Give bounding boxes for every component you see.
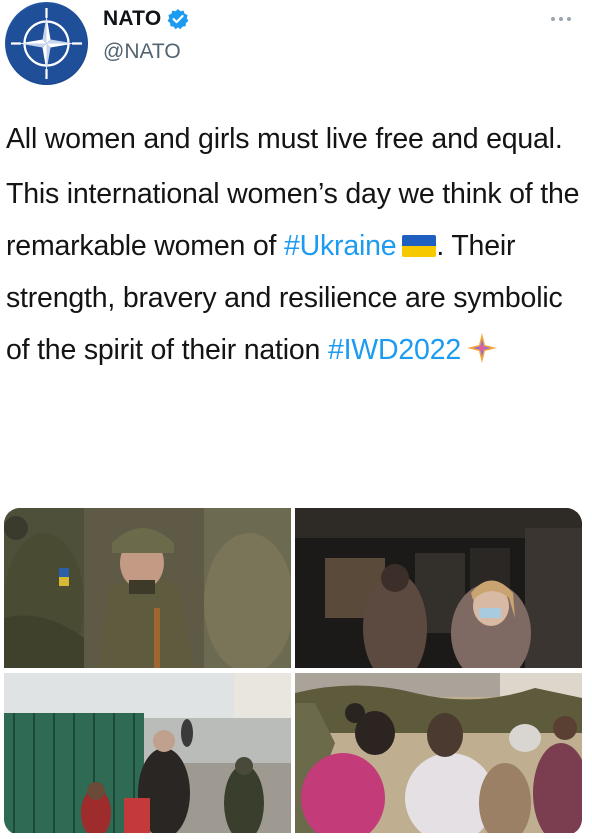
tweet-text: All women and girls must live free and e…: [6, 113, 581, 376]
display-name[interactable]: NATO: [103, 7, 161, 31]
nato-compass-star-icon: [6, 3, 87, 84]
tweet-paragraph-2: This international women’s day we think …: [6, 168, 581, 376]
verified-badge-icon: [167, 8, 189, 30]
photo-border-walk[interactable]: [4, 673, 291, 833]
more-dots-icon[interactable]: [548, 14, 574, 24]
iwd-sparkle-icon: [465, 330, 499, 364]
ukraine-flag-icon: [402, 235, 437, 257]
tweet-paragraph-1: All women and girls must live free and e…: [6, 123, 563, 155]
dot: [551, 17, 555, 21]
photo-corridor[interactable]: [295, 508, 582, 668]
hashtag-iwd2022-link[interactable]: #IWD2022: [328, 334, 461, 366]
photo-soldiers[interactable]: [4, 508, 291, 668]
dot: [567, 17, 571, 21]
author-handle[interactable]: @NATO: [103, 40, 181, 64]
tweet-header: NATO @NATO: [0, 0, 592, 100]
avatar[interactable]: [5, 2, 88, 85]
tweet-media-grid[interactable]: [4, 508, 582, 835]
hashtag-ukraine-link[interactable]: #Ukraine: [284, 230, 397, 262]
author-name-row: NATO: [103, 7, 189, 31]
dot: [559, 17, 563, 21]
photo-camouflage-net[interactable]: [295, 673, 582, 833]
